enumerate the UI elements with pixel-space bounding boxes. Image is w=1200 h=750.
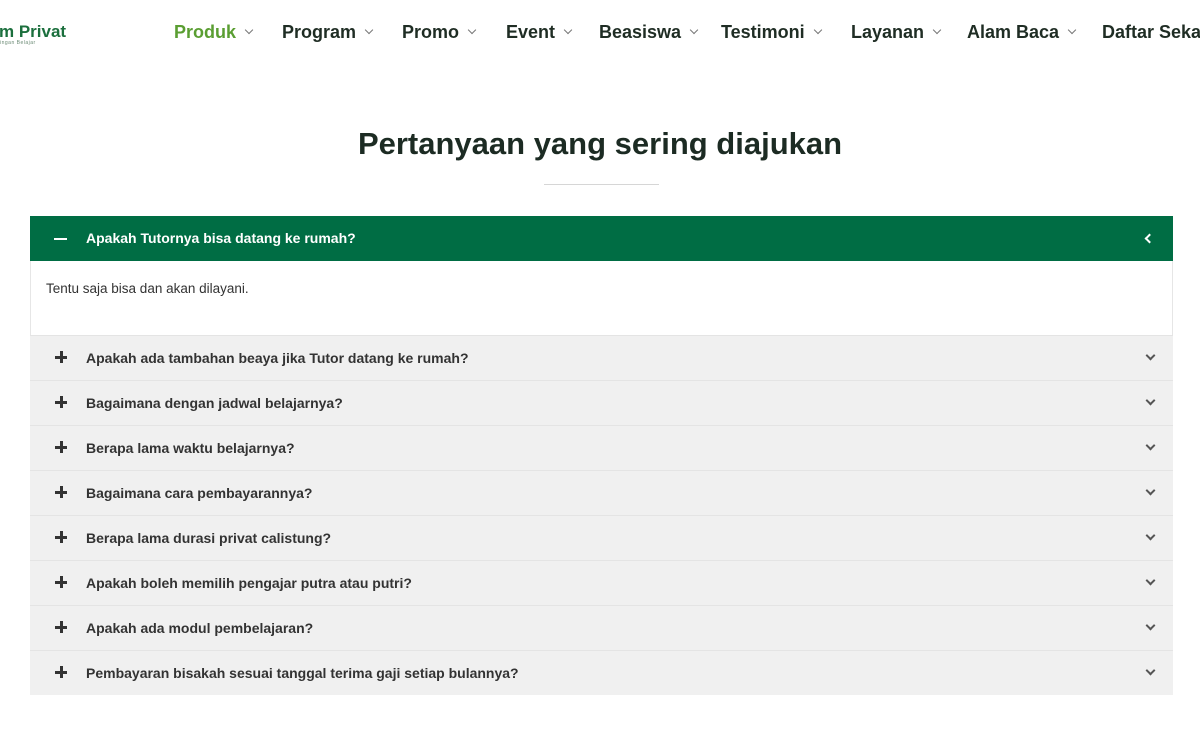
faq-question: Berapa lama waktu belajarnya?: [86, 440, 295, 456]
chevron-down-icon: [467, 25, 477, 34]
chevron-down-icon: [244, 25, 254, 34]
nav-item-daftar-sekarang[interactable]: Daftar Seka: [1102, 18, 1200, 46]
nav-item-label: Testimoni: [721, 21, 805, 42]
faq-answer: Tentu saja bisa dan akan dilayani.: [46, 281, 249, 296]
nav-item-label: Layanan: [851, 21, 925, 42]
faq-item[interactable]: Apakah ada tambahan beaya jika Tutor dat…: [30, 335, 1173, 380]
nav-item-produk[interactable]: Produk: [174, 18, 254, 46]
page: m Privat ingan Belajar Produk Program Pr…: [0, 0, 1200, 750]
nav-item-label: Produk: [174, 21, 237, 42]
nav-item-promo[interactable]: Promo: [402, 18, 477, 46]
faq-question: Berapa lama durasi privat calistung?: [86, 530, 332, 546]
faq-accordion: Apakah Tutornya bisa datang ke rumah? Te…: [30, 216, 1173, 695]
plus-icon: [55, 576, 67, 588]
minus-icon: [54, 238, 67, 240]
chevron-down-icon: [932, 25, 942, 34]
chevron-down-icon: [1145, 440, 1156, 451]
chevron-down-icon: [364, 25, 374, 34]
faq-item[interactable]: Pembayaran bisakah sesuai tanggal terima…: [30, 650, 1173, 695]
faq-answer-panel: Tentu saja bisa dan akan dilayani.: [30, 261, 1173, 335]
site-logo[interactable]: m Privat ingan Belajar: [0, 20, 70, 50]
nav-item-program[interactable]: Program: [282, 18, 374, 46]
chevron-down-icon: [1145, 575, 1156, 586]
faq-heading: Pertanyaan yang sering diajukan: [357, 126, 843, 161]
nav-item-beasiswa[interactable]: Beasiswa: [599, 18, 699, 46]
logo-tagline: ingan Belajar: [0, 40, 36, 46]
faq-item[interactable]: Berapa lama durasi privat calistung?: [30, 515, 1173, 560]
logo-text: m Privat: [0, 22, 67, 41]
faq-item[interactable]: Apakah boleh memilih pengajar putra atau…: [30, 560, 1173, 605]
nav-item-label: Program: [282, 21, 357, 42]
faq-question: Apakah boleh memilih pengajar putra atau…: [86, 575, 412, 591]
nav-item-layanan[interactable]: Layanan: [851, 18, 942, 46]
plus-icon: [55, 486, 67, 498]
heading-divider: [544, 184, 659, 185]
nav-item-label: Alam Baca: [967, 21, 1060, 42]
nav-item-label: Beasiswa: [599, 21, 682, 42]
faq-question: Pembayaran bisakah sesuai tanggal terima…: [86, 665, 519, 681]
faq-item-open-header[interactable]: Apakah Tutornya bisa datang ke rumah?: [30, 216, 1173, 261]
chevron-down-icon: [1145, 485, 1156, 496]
nav-item-alam-baca[interactable]: Alam Baca: [967, 18, 1077, 46]
chevron-left-icon: [1144, 233, 1155, 244]
plus-icon: [55, 621, 67, 633]
chevron-down-icon: [1145, 665, 1156, 676]
chevron-down-icon: [563, 25, 573, 34]
plus-icon: [55, 531, 67, 543]
plus-icon: [55, 396, 67, 408]
faq-question: Bagaimana cara pembayarannya?: [86, 485, 313, 501]
plus-icon: [55, 351, 67, 363]
faq-item[interactable]: Bagaimana cara pembayarannya?: [30, 470, 1173, 515]
nav-item-label: Promo: [402, 21, 460, 42]
chevron-down-icon: [1145, 530, 1156, 541]
faq-item[interactable]: Apakah ada modul pembelajaran?: [30, 605, 1173, 650]
chevron-down-icon: [813, 25, 822, 34]
nav-item-label: Event: [506, 21, 556, 42]
faq-question: Apakah ada modul pembelajaran?: [86, 620, 314, 636]
nav-item-testimoni[interactable]: Testimoni: [721, 18, 822, 46]
chevron-down-icon: [1145, 350, 1156, 361]
nav-item-event[interactable]: Event: [506, 18, 573, 46]
chevron-down-icon: [1067, 25, 1077, 34]
faq-question: Apakah ada tambahan beaya jika Tutor dat…: [86, 350, 469, 366]
faq-item[interactable]: Berapa lama waktu belajarnya?: [30, 425, 1173, 470]
faq-item[interactable]: Bagaimana dengan jadwal belajarnya?: [30, 380, 1173, 425]
chevron-down-icon: [1145, 620, 1156, 631]
chevron-down-icon: [1145, 395, 1156, 406]
plus-icon: [55, 666, 67, 678]
chevron-down-icon: [689, 25, 699, 34]
faq-question: Apakah Tutornya bisa datang ke rumah?: [86, 230, 356, 246]
faq-question: Bagaimana dengan jadwal belajarnya?: [86, 395, 343, 411]
plus-icon: [55, 441, 67, 453]
nav-item-label: Daftar Seka: [1102, 21, 1200, 42]
site-header: m Privat ingan Belajar Produk Program Pr…: [0, 0, 1200, 64]
